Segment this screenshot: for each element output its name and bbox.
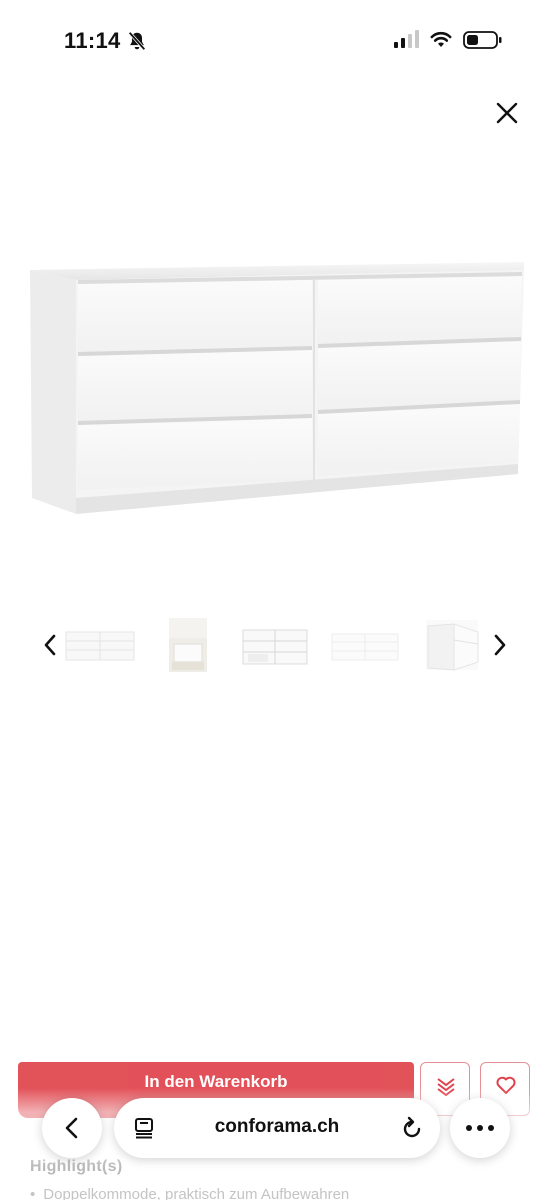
thumbnail-5[interactable]	[424, 618, 480, 672]
wifi-icon	[430, 31, 452, 47]
address-bar[interactable]: conforama.ch	[114, 1098, 440, 1158]
chevron-left-icon[interactable]	[40, 632, 60, 658]
url-text: conforama.ch	[214, 1116, 340, 1137]
status-time: 11:14	[64, 28, 121, 53]
thumbnail-3[interactable]	[240, 618, 310, 672]
thumbnail-4[interactable]	[330, 618, 400, 672]
browser-more-button[interactable]	[450, 1098, 510, 1158]
thumbnail-1[interactable]	[64, 618, 136, 672]
chevron-left-icon	[65, 1117, 78, 1139]
chevron-right-icon[interactable]	[490, 632, 510, 658]
more-dots-icon	[466, 1125, 494, 1131]
cellular-signal-icon	[394, 30, 419, 48]
battery-icon	[463, 31, 502, 49]
highlight-item: Doppelkommode, praktisch zum Aufbewahren	[30, 1186, 349, 1200]
close-icon[interactable]	[492, 98, 522, 128]
status-bar: 11:14	[0, 0, 553, 80]
product-main-image	[30, 262, 524, 514]
bell-slash-icon	[128, 31, 146, 51]
reload-icon[interactable]	[400, 1115, 424, 1141]
thumbnail-strip	[0, 610, 553, 680]
browser-back-button[interactable]	[42, 1098, 102, 1158]
thumbnail-2[interactable]	[168, 618, 208, 672]
